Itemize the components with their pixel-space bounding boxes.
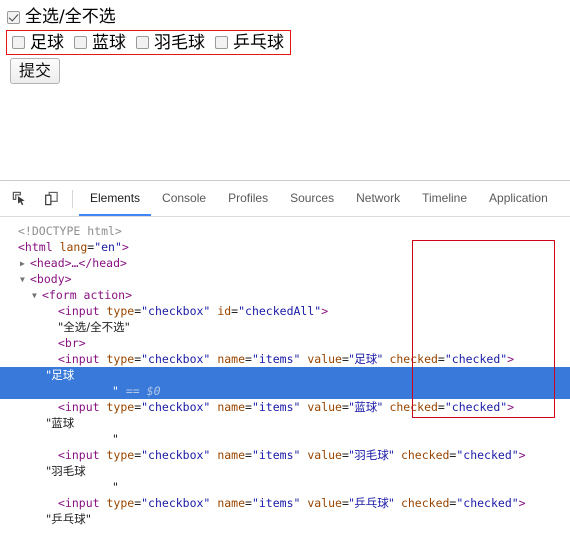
- dom-node-input-checkedall[interactable]: <input type="checkbox" id="checkedAll">: [0, 303, 570, 319]
- tab-sources[interactable]: Sources: [279, 181, 345, 216]
- dom-text-node-select-all[interactable]: "全选/全不选": [0, 319, 570, 335]
- device-toolbar-icon[interactable]: [38, 186, 64, 212]
- dom-text-node-badminton-tail[interactable]: ": [0, 479, 570, 495]
- item-football[interactable]: 足球: [11, 33, 64, 53]
- label-badminton: 羽毛球: [154, 32, 205, 53]
- checkbox-form: 全选/全不选 足球 蓝球 羽毛球 乒乓球 提交: [0, 0, 570, 84]
- dom-text-node-tabletennis[interactable]: "乒乓球": [0, 511, 570, 527]
- dom-node-input-badminton[interactable]: <input type="checkbox" name="items" valu…: [0, 447, 570, 463]
- item-tabletennis[interactable]: 乒乓球: [214, 33, 284, 53]
- checkbox-basketball[interactable]: [74, 36, 87, 49]
- disclosure-triangle-expanded-icon[interactable]: ▼: [20, 272, 30, 288]
- devtools-toolbar: Elements Console Profiles Sources Networ…: [0, 181, 570, 217]
- dom-node-input-tabletennis[interactable]: <input type="checkbox" name="items" valu…: [0, 495, 570, 511]
- checkbox-football[interactable]: [12, 36, 25, 49]
- tab-application[interactable]: Application: [478, 181, 559, 216]
- dom-node-head[interactable]: ▶ <head>…</head>: [0, 255, 570, 271]
- checkbox-badminton[interactable]: [136, 36, 149, 49]
- disclosure-triangle-collapsed-icon[interactable]: ▶: [20, 256, 30, 272]
- select-all-checkbox[interactable]: [7, 10, 20, 24]
- tab-profiles[interactable]: Profiles: [217, 181, 279, 216]
- submit-row: 提交: [6, 58, 570, 84]
- label-football: 足球: [30, 32, 64, 53]
- devtools-tab-strip: Elements Console Profiles Sources Networ…: [79, 181, 559, 216]
- items-highlight-box: 足球 蓝球 羽毛球 乒乓球: [6, 30, 291, 55]
- dom-text-node-basketball[interactable]: "蓝球: [0, 415, 570, 431]
- tab-network[interactable]: Network: [345, 181, 411, 216]
- label-tabletennis: 乒乓球: [233, 32, 284, 53]
- item-basketball[interactable]: 蓝球: [73, 33, 126, 53]
- dom-node-html[interactable]: ▸<html lang="en">: [0, 239, 570, 255]
- tab-elements[interactable]: Elements: [79, 181, 152, 216]
- dom-node-input-basketball[interactable]: <input type="checkbox" name="items" valu…: [0, 399, 570, 415]
- dom-tree[interactable]: ▸<!DOCTYPE html> ▸<html lang="en"> ▶<hea…: [0, 217, 570, 538]
- submit-button[interactable]: 提交: [10, 58, 61, 84]
- inspect-element-icon[interactable]: [6, 186, 32, 212]
- page-viewport: 全选/全不选 足球 蓝球 羽毛球 乒乓球 提交: [0, 0, 570, 180]
- dom-node-br[interactable]: <br>: [0, 335, 570, 351]
- dom-node-form[interactable]: ▼ <form action>: [0, 287, 570, 303]
- checkbox-tabletennis[interactable]: [215, 36, 228, 49]
- dom-node-doctype[interactable]: ▸<!DOCTYPE html>: [0, 223, 570, 239]
- select-all-row: 全选/全不选: [6, 6, 570, 28]
- devtools-panel: Elements Console Profiles Sources Networ…: [0, 180, 570, 538]
- select-all-label: 全选/全不选: [25, 7, 116, 27]
- dom-text-node-football-selected[interactable]: "足球: [0, 367, 570, 383]
- dom-text-node-basketball-tail[interactable]: ": [0, 431, 570, 447]
- label-basketball: 蓝球: [92, 32, 126, 53]
- dom-text-node-football-selected-marker[interactable]: " == $0: [0, 383, 570, 399]
- dom-node-body[interactable]: ▼ <body>: [0, 271, 570, 287]
- selected-node-marker: == $0: [125, 384, 161, 398]
- tab-timeline[interactable]: Timeline: [411, 181, 478, 216]
- toolbar-separator: [72, 189, 73, 208]
- disclosure-triangle-expanded-icon[interactable]: ▼: [32, 288, 42, 304]
- tab-console[interactable]: Console: [151, 181, 217, 216]
- dom-node-input-football[interactable]: <input type="checkbox" name="items" valu…: [0, 351, 570, 367]
- dom-text-node-badminton[interactable]: "羽毛球: [0, 463, 570, 479]
- item-badminton[interactable]: 羽毛球: [135, 33, 205, 53]
